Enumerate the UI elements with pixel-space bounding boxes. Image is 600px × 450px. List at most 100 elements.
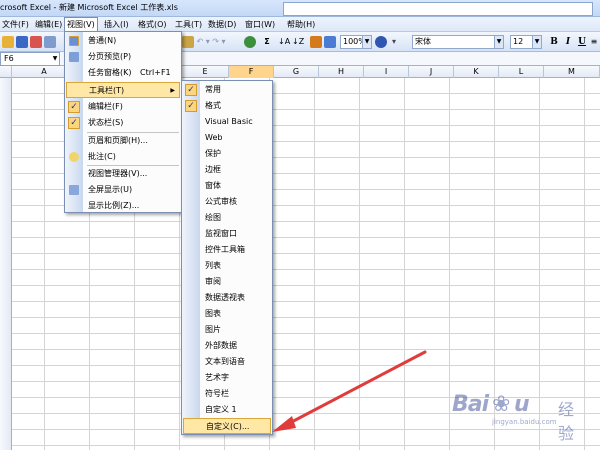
zoom-select[interactable]: 100% ▼ (340, 35, 372, 49)
submenu-item[interactable]: 公式审核 (183, 194, 271, 210)
chart-wizard-icon[interactable] (310, 36, 322, 48)
bold-button[interactable]: B (548, 36, 560, 48)
font-size-select[interactable]: 12 ▼ (510, 35, 542, 49)
submenu-item-label: 边框 (205, 165, 221, 174)
column-header[interactable]: J (409, 66, 454, 78)
column-header[interactable]: M (544, 66, 600, 78)
submenu-item-label: 自定义(C)... (206, 422, 250, 431)
column-header[interactable]: G (274, 66, 319, 78)
underline-button[interactable]: U (576, 36, 588, 48)
menu-help[interactable]: 帮助(H) (285, 17, 317, 32)
submenu-item[interactable]: 艺术字 (183, 370, 271, 386)
submenu-item[interactable]: 图片 (183, 322, 271, 338)
column-header[interactable]: K (454, 66, 499, 78)
submenu-item-label: 数据透视表 (205, 293, 245, 302)
submenu-item[interactable]: 控件工具箱 (183, 242, 271, 258)
menu-item-toolbars[interactable]: 工具栏(T) ▶ (66, 82, 180, 98)
sort-ascending-icon[interactable]: ↓A (278, 35, 290, 49)
submenu-item[interactable]: 图表 (183, 306, 271, 322)
submenu-item-customize[interactable]: 自定义(C)... (183, 418, 271, 434)
column-header[interactable]: F (229, 66, 274, 78)
check-icon: ✓ (68, 101, 80, 113)
menu-item-view-manager[interactable]: 视图管理器(V)... (66, 166, 180, 182)
menu-item-label: 工具栏(T) (89, 86, 125, 95)
menu-item-label: 显示比例(Z)... (88, 201, 140, 210)
print-icon[interactable] (44, 36, 56, 48)
submenu-item-label: 绘图 (205, 213, 221, 222)
menu-item-page-break-preview[interactable]: 分页预览(P) (66, 49, 180, 65)
submenu-item-label: 图表 (205, 309, 221, 318)
submenu-item[interactable]: 监视窗口 (183, 226, 271, 242)
column-header[interactable]: H (319, 66, 364, 78)
submenu-item-label: 控件工具箱 (205, 245, 245, 254)
toolbars-submenu: ✓ 常用 ✓ 格式 Visual Basic Web 保护 边框 窗体 公式审核… (181, 80, 273, 435)
column-header[interactable]: L (499, 66, 544, 78)
submenu-item[interactable]: 窗体 (183, 178, 271, 194)
format-painter-icon[interactable] (182, 36, 194, 48)
toolbar-options-icon[interactable]: ▾ (390, 35, 398, 49)
column-header[interactable]: E (182, 66, 229, 78)
submenu-item[interactable]: ✓ 常用 (183, 82, 271, 98)
page-break-preview-icon (69, 52, 79, 62)
font-value: 宋体 (415, 37, 431, 46)
submenu-item[interactable]: 审阅 (183, 274, 271, 290)
menu-edit[interactable]: 编辑(E) (33, 17, 64, 32)
menu-item-status-bar[interactable]: ✓ 状态栏(S) (66, 115, 180, 131)
menu-item-full-screen[interactable]: 全屏显示(U) (66, 182, 180, 198)
menu-file[interactable]: 文件(F) (0, 17, 31, 32)
menu-item-zoom[interactable]: 显示比例(Z)... (66, 198, 180, 214)
cell-reference: F6 (4, 54, 14, 63)
select-all-corner[interactable] (0, 66, 12, 78)
menu-item-label: 普通(N) (88, 36, 117, 45)
submenu-item[interactable]: 符号栏 (183, 386, 271, 402)
menu-item-task-pane[interactable]: 任务窗格(K) Ctrl+F1 (66, 65, 180, 81)
help-search-box[interactable] (283, 2, 593, 16)
sort-descending-icon[interactable]: ↓Z (292, 35, 304, 49)
chevron-down-icon: ▼ (494, 36, 503, 48)
italic-button[interactable]: I (562, 36, 574, 48)
menu-item-normal[interactable]: 普通(N) (66, 33, 180, 49)
help-icon[interactable] (375, 36, 387, 48)
permission-icon[interactable] (30, 36, 42, 48)
menu-item-formula-bar[interactable]: ✓ 编辑栏(F) (66, 99, 180, 115)
watermark-url: jingyan.baidu.com (492, 418, 557, 426)
open-icon[interactable] (2, 36, 14, 48)
menu-insert[interactable]: 插入(I) (102, 17, 131, 32)
submenu-item-label: 常用 (205, 85, 221, 94)
submenu-item[interactable]: 保护 (183, 146, 271, 162)
submenu-item-label: 文本到语音 (205, 357, 245, 366)
submenu-item[interactable]: Web (183, 130, 271, 146)
align-left-icon[interactable]: ≡ (590, 35, 598, 49)
hyperlink-icon[interactable] (244, 36, 256, 48)
submenu-item[interactable]: 文本到语音 (183, 354, 271, 370)
menu-item-header-footer[interactable]: 页眉和页脚(H)... (66, 133, 180, 149)
watermark-brand-suffix: u (514, 392, 530, 417)
column-header[interactable]: I (364, 66, 409, 78)
name-box[interactable]: F6 ▼ (0, 52, 60, 66)
save-icon[interactable] (16, 36, 28, 48)
submenu-item-label: 自定义 1 (205, 405, 237, 414)
submenu-item[interactable]: ✓ 格式 (183, 98, 271, 114)
undo-redo-icon[interactable]: ↶ ▾ ↷ ▾ (196, 35, 226, 49)
menu-item-comments[interactable]: 批注(C) (66, 149, 180, 165)
autosum-button[interactable]: Σ (258, 35, 276, 49)
menu-item-label: 任务窗格(K) (88, 68, 132, 77)
submenu-item[interactable]: 边框 (183, 162, 271, 178)
menu-format[interactable]: 格式(O) (136, 17, 169, 32)
submenu-item[interactable]: 自定义 1 (183, 402, 271, 418)
menu-data[interactable]: 数据(D) (206, 17, 238, 32)
menu-view[interactable]: 视图(V) (64, 17, 98, 32)
submenu-item[interactable]: 外部数据 (183, 338, 271, 354)
submenu-item[interactable]: 列表 (183, 258, 271, 274)
font-select[interactable]: 宋体 ▼ (412, 35, 504, 49)
submenu-item[interactable]: Visual Basic (183, 114, 271, 130)
submenu-item-label: 监视窗口 (205, 229, 237, 238)
drawing-icon[interactable] (324, 36, 336, 48)
watermark-brand: Bai (452, 392, 489, 417)
submenu-item[interactable]: 绘图 (183, 210, 271, 226)
paw-icon: ❀ (492, 392, 511, 417)
menu-window[interactable]: 窗口(W) (243, 17, 277, 32)
submenu-item[interactable]: 数据透视表 (183, 290, 271, 306)
menu-item-label: 编辑栏(F) (88, 102, 123, 111)
menu-tools[interactable]: 工具(T) (173, 17, 204, 32)
